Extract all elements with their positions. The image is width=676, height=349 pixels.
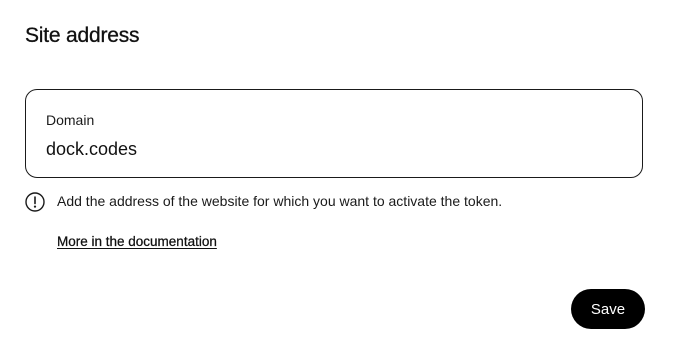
- domain-field[interactable]: Domain: [25, 89, 643, 178]
- info-circle-icon: [25, 192, 45, 212]
- save-button[interactable]: Save: [571, 289, 645, 329]
- hint-text: Add the address of the website for which…: [57, 193, 503, 209]
- documentation-link[interactable]: More in the documentation: [57, 234, 217, 249]
- page-title: Site address: [25, 24, 140, 47]
- domain-field-label: Domain: [46, 112, 95, 128]
- domain-input[interactable]: [46, 136, 616, 162]
